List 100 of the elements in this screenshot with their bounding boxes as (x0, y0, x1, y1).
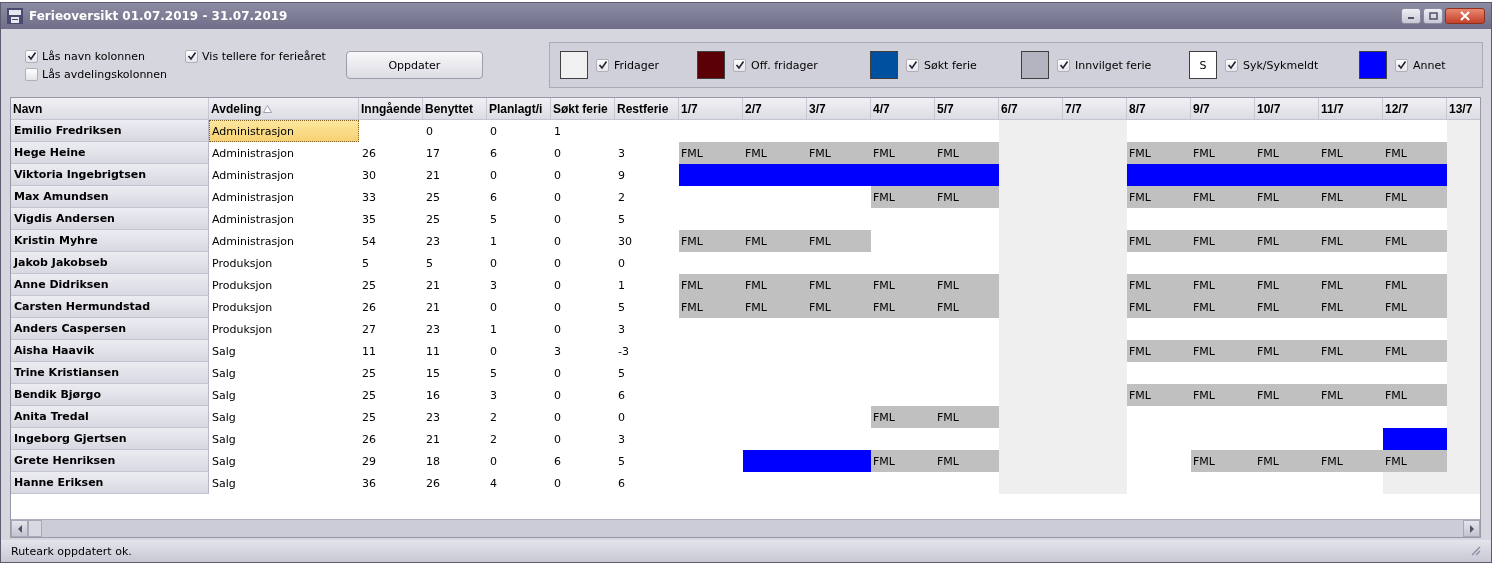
scroll-left-button[interactable] (11, 520, 28, 537)
row-header[interactable]: Aisha Haavik (11, 340, 209, 362)
row-header[interactable]: Carsten Hermundstad (11, 296, 209, 318)
table-cell[interactable]: Administrasjon (209, 208, 359, 230)
table-cell-text: 26 (361, 145, 377, 162)
table-cell-text: 36 (361, 475, 377, 492)
day-header[interactable]: 9/7 (1191, 98, 1255, 119)
table-cell[interactable]: Salg (209, 406, 359, 428)
table-cell[interactable]: Administrasjon (209, 230, 359, 252)
table-cell-text: 23 (425, 409, 441, 426)
minimize-button[interactable] (1401, 8, 1421, 24)
checkbox[interactable] (733, 58, 746, 72)
absence-cell: FML (871, 406, 935, 428)
row-header[interactable]: Anita Tredal (11, 406, 209, 428)
row-header[interactable]: Anne Didriksen (11, 274, 209, 296)
table-cell[interactable]: Salg (209, 362, 359, 384)
table-cell[interactable]: Administrasjon (209, 120, 359, 142)
scroll-right-button[interactable] (1463, 520, 1480, 537)
row-header[interactable]: Trine Kristiansen (11, 362, 209, 384)
close-button[interactable] (1445, 8, 1485, 24)
table-cell[interactable]: Administrasjon (209, 142, 359, 164)
table-cell[interactable]: Produksjon (209, 252, 359, 274)
table-cell[interactable]: Salg (209, 340, 359, 362)
absence-cell: FML (1255, 230, 1319, 252)
day-header[interactable]: 1/7 (679, 98, 743, 119)
table-cell[interactable]: Produksjon (209, 296, 359, 318)
column-header[interactable]: Planlagt/i (487, 98, 551, 119)
row-header[interactable]: Max Amundsen (11, 186, 209, 208)
table-cell[interactable]: Administrasjon (209, 164, 359, 186)
row-header[interactable]: Emilio Fredriksen (11, 120, 209, 142)
scrollbar-thumb[interactable] (28, 520, 42, 537)
column-header[interactable]: Søkt ferie (551, 98, 615, 119)
legend-label: Innvilget ferie (1075, 58, 1152, 72)
absence-cell: FML (1383, 340, 1447, 362)
table-cell-text: 11 (425, 343, 441, 360)
table-cell-text: 1 (489, 321, 498, 338)
column-header[interactable]: Inngående (359, 98, 423, 119)
table-cell-text: 6 (553, 453, 562, 470)
row-header[interactable]: Kristin Myhre (11, 230, 209, 252)
day-header[interactable]: 2/7 (743, 98, 807, 119)
row-header[interactable]: Anders Caspersen (11, 318, 209, 340)
day-header[interactable]: 12/7 (1383, 98, 1447, 119)
table-cell-text: 1 (617, 277, 626, 294)
absence-cell: FML (1319, 340, 1383, 362)
table-cell-text: 6 (489, 189, 498, 206)
table-cell-text: 2 (489, 409, 498, 426)
row-header[interactable]: Grete Henriksen (11, 450, 209, 472)
table-cell[interactable]: Produksjon (209, 318, 359, 340)
update-button[interactable]: Oppdater (345, 51, 483, 79)
day-header[interactable]: 11/7 (1319, 98, 1383, 119)
row-header[interactable]: Ingeborg Gjertsen (11, 428, 209, 450)
day-header[interactable]: 8/7 (1127, 98, 1191, 119)
resize-grip-icon[interactable] (1471, 546, 1481, 556)
day-header[interactable]: 7/7 (1063, 98, 1127, 119)
checkbox[interactable] (25, 49, 38, 63)
table-cell-text: 0 (553, 211, 562, 228)
table-cell-text: 54 (361, 233, 377, 250)
day-header[interactable]: 10/7 (1255, 98, 1319, 119)
absence-cell: FML (935, 274, 999, 296)
table-cell-text: 0 (553, 233, 562, 250)
table-cell[interactable]: Administrasjon (209, 186, 359, 208)
day-header[interactable]: 6/7 (999, 98, 1063, 119)
absence-cell: FML (1255, 296, 1319, 318)
checkbox[interactable] (1395, 58, 1408, 72)
table-cell[interactable]: Salg (209, 472, 359, 494)
table-cell-text: 0 (489, 343, 498, 360)
row-header[interactable]: Viktoria Ingebrigtsen (11, 164, 209, 186)
table-cell-text: 25 (361, 277, 377, 294)
checkbox[interactable] (1225, 58, 1238, 72)
day-header[interactable]: 5/7 (935, 98, 999, 119)
checkbox[interactable] (1057, 58, 1070, 72)
checkbox[interactable] (25, 67, 38, 81)
checkbox[interactable] (906, 58, 919, 72)
column-header[interactable]: Restferie (615, 98, 679, 119)
column-header[interactable]: Benyttet (423, 98, 487, 119)
row-header[interactable]: Bendik Bjørgo (11, 384, 209, 406)
table-cell[interactable]: Salg (209, 428, 359, 450)
row-header[interactable]: Hanne Eriksen (11, 472, 209, 494)
table-cell-text: 3 (489, 277, 498, 294)
checkbox[interactable] (596, 58, 609, 72)
day-header[interactable]: 3/7 (807, 98, 871, 119)
table-cell-text: 5 (361, 255, 370, 272)
day-header[interactable]: 4/7 (871, 98, 935, 119)
maximize-button[interactable] (1423, 8, 1443, 24)
table-cell-text: 0 (617, 255, 626, 272)
row-header[interactable]: Vigdis Andersen (11, 208, 209, 230)
table-cell[interactable]: Produksjon (209, 274, 359, 296)
table-cell[interactable]: Salg (209, 384, 359, 406)
table-cell-text: 21 (425, 277, 441, 294)
table-cell[interactable]: Salg (209, 450, 359, 472)
column-header[interactable]: Navn (11, 98, 209, 119)
table-cell-text: 0 (553, 475, 562, 492)
absence-cell: FML (1319, 186, 1383, 208)
absence-cell: FML (935, 296, 999, 318)
row-header[interactable]: Jakob Jakobseb (11, 252, 209, 274)
row-header[interactable]: Hege Heine (11, 142, 209, 164)
column-header[interactable]: Avdeling (209, 98, 359, 119)
checkbox[interactable] (185, 49, 199, 63)
table-cell-text: 30 (361, 167, 377, 184)
day-header[interactable]: 13/7 (1447, 98, 1480, 119)
